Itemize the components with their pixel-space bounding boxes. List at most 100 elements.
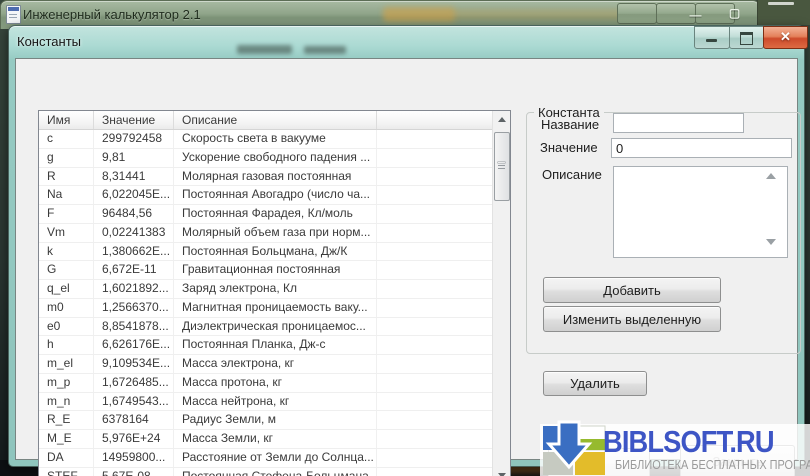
cell-value: 6,672E-11 — [94, 261, 174, 279]
cell-value: 5,976E+24 — [94, 430, 174, 448]
cell-blank — [377, 468, 493, 476]
cell-blank — [377, 393, 493, 411]
column-header-value[interactable]: Значение — [94, 111, 174, 129]
bg-minimize-button[interactable]: — — [617, 3, 657, 24]
cell-desc: Молярный объем газа при норм... — [174, 224, 377, 242]
column-header-desc[interactable]: Описание — [174, 111, 377, 129]
cell-value: 8,31441 — [94, 168, 174, 186]
table-row[interactable]: h 6,626176E... Постоянная Планка, Дж-с — [39, 336, 510, 355]
cell-blank — [377, 336, 493, 354]
table-row[interactable]: k 1,380662E... Постоянная Больцмана, Дж/… — [39, 243, 510, 262]
cell-name: q_el — [39, 280, 94, 298]
scroll-up-icon[interactable] — [493, 111, 510, 128]
table-row[interactable]: m_el 9,109534E... Масса электрона, кг — [39, 355, 510, 374]
table-vertical-scrollbar[interactable] — [492, 111, 510, 476]
cell-blank — [377, 430, 493, 448]
cell-value: 299792458 — [94, 130, 174, 148]
cell-desc: Магнитная проницаемость ваку... — [174, 299, 377, 317]
blur-blob — [383, 7, 455, 22]
desc-label: Описание — [542, 167, 602, 182]
table-row[interactable]: c 299792458 Скорость света в вакууме — [39, 130, 510, 149]
cell-desc: Молярная газовая постоянная — [174, 168, 377, 186]
column-header-blank[interactable] — [377, 111, 493, 129]
cell-name: h — [39, 336, 94, 354]
table-row[interactable]: F 96484,56 Постоянная Фарадея, Кл/моль — [39, 205, 510, 224]
cell-desc: Гравитационная постоянная — [174, 261, 377, 279]
table-row[interactable]: m0 1,2566370... Магнитная проницаемость … — [39, 299, 510, 318]
textarea-scroll-up-icon[interactable] — [766, 173, 776, 179]
cell-blank — [377, 149, 493, 167]
dialog-maximize-button[interactable] — [729, 26, 764, 49]
table-row[interactable]: Vm 0,02241383 Молярный объем газа при но… — [39, 224, 510, 243]
cell-name: k — [39, 243, 94, 261]
cell-blank — [377, 299, 493, 317]
cell-desc: Постоянная Фарадея, Кл/моль — [174, 205, 377, 223]
table-row[interactable]: e0 8,8541878... Диэлектрическая проницае… — [39, 318, 510, 337]
desc-textarea[interactable] — [613, 166, 788, 258]
cell-value: 1,2566370... — [94, 299, 174, 317]
cell-name: R_E — [39, 411, 94, 429]
cell-blank — [377, 318, 493, 336]
scroll-down-icon[interactable] — [493, 466, 510, 476]
blurred-menu-item — [237, 45, 292, 54]
cell-name: g — [39, 149, 94, 167]
scrollbar-thumb[interactable] — [494, 132, 510, 201]
cell-name: e0 — [39, 318, 94, 336]
cell-value: 5,67E-08 — [94, 468, 174, 476]
cell-name: DA — [39, 449, 94, 467]
cell-name: c — [39, 130, 94, 148]
cell-blank — [377, 374, 493, 392]
constants-table[interactable]: Имя Значение Описание c 299792458 Скорос… — [38, 110, 511, 476]
edit-button[interactable]: Изменить выделенную — [543, 306, 721, 332]
cell-desc: Масса Земли, кг — [174, 430, 377, 448]
table-row[interactable]: STEF... 5,67E-08 Постоянная Стефена-Боль… — [39, 468, 510, 476]
blur-blob — [453, 9, 643, 20]
dialog-controls: ✕ — [695, 26, 808, 49]
table-row[interactable]: R 8,31441 Молярная газовая постоянная — [39, 168, 510, 187]
watermark-subtitle: БИБЛИОТЕКА БЕСПЛАТНЫХ ПРОГРАММ — [615, 457, 810, 472]
cell-desc: Масса электрона, кг — [174, 355, 377, 373]
cell-desc: Скорость света в вакууме — [174, 130, 377, 148]
table-row[interactable]: m_p 1,6726485... Масса протона, кг — [39, 374, 510, 393]
table-row[interactable]: R_E 6378164 Радиус Земли, м — [39, 411, 510, 430]
delete-button[interactable]: Удалить — [543, 371, 647, 396]
name-input[interactable] — [613, 113, 744, 133]
blurred-menu-item — [304, 46, 346, 54]
name-label: Название — [541, 117, 599, 132]
cell-desc: Постоянная Авогадро (число ча... — [174, 186, 377, 204]
dialog-minimize-button[interactable] — [694, 26, 730, 49]
minimize-icon — [706, 39, 717, 42]
table-row[interactable]: DA 14959800... Расстояние от Земли до Со… — [39, 449, 510, 468]
cell-desc: Постоянная Больцмана, Дж/К — [174, 243, 377, 261]
cell-desc: Масса протона, кг — [174, 374, 377, 392]
table-row[interactable]: M_E 5,976E+24 Масса Земли, кг — [39, 430, 510, 449]
cell-blank — [377, 205, 493, 223]
constants-dialog: Константы ✕ Имя Значение Описание c 2997… — [8, 25, 805, 467]
table-row[interactable]: m_n 1,6749543... Масса нейтрона, кг — [39, 393, 510, 412]
cell-value: 0,02241383 — [94, 224, 174, 242]
cell-blank — [377, 261, 493, 279]
cell-desc: Заряд электрона, Кл — [174, 280, 377, 298]
add-button[interactable]: Добавить — [543, 277, 721, 303]
table-row[interactable]: Na 6,022045E... Постоянная Авогадро (чис… — [39, 186, 510, 205]
table-row[interactable]: G 6,672E-11 Гравитационная постоянная — [39, 261, 510, 280]
column-header-name[interactable]: Имя — [39, 111, 94, 129]
cell-name: R — [39, 168, 94, 186]
table-header: Имя Значение Описание — [39, 111, 510, 130]
cell-name: M_E — [39, 430, 94, 448]
table-row[interactable]: g 9,81 Ускорение свободного падения ... — [39, 149, 510, 168]
dialog-close-button[interactable]: ✕ — [763, 26, 808, 49]
cell-name: STEF... — [39, 468, 94, 476]
table-row[interactable]: q_el 1,6021892... Заряд электрона, Кл — [39, 280, 510, 299]
cell-blank — [377, 224, 493, 242]
value-input[interactable] — [611, 138, 792, 158]
watermark-brand-text: BIBLSOFT.RU — [603, 424, 790, 460]
cell-name: Na — [39, 186, 94, 204]
cell-desc: Постоянная Планка, Дж-с — [174, 336, 377, 354]
dialog-client-area: Имя Значение Описание c 299792458 Скорос… — [15, 58, 798, 460]
dialog-title: Константы — [17, 34, 81, 49]
cell-name: G — [39, 261, 94, 279]
value-label: Значение — [540, 140, 598, 155]
close-icon: ✕ — [764, 29, 807, 45]
textarea-scroll-down-icon[interactable] — [766, 239, 776, 245]
